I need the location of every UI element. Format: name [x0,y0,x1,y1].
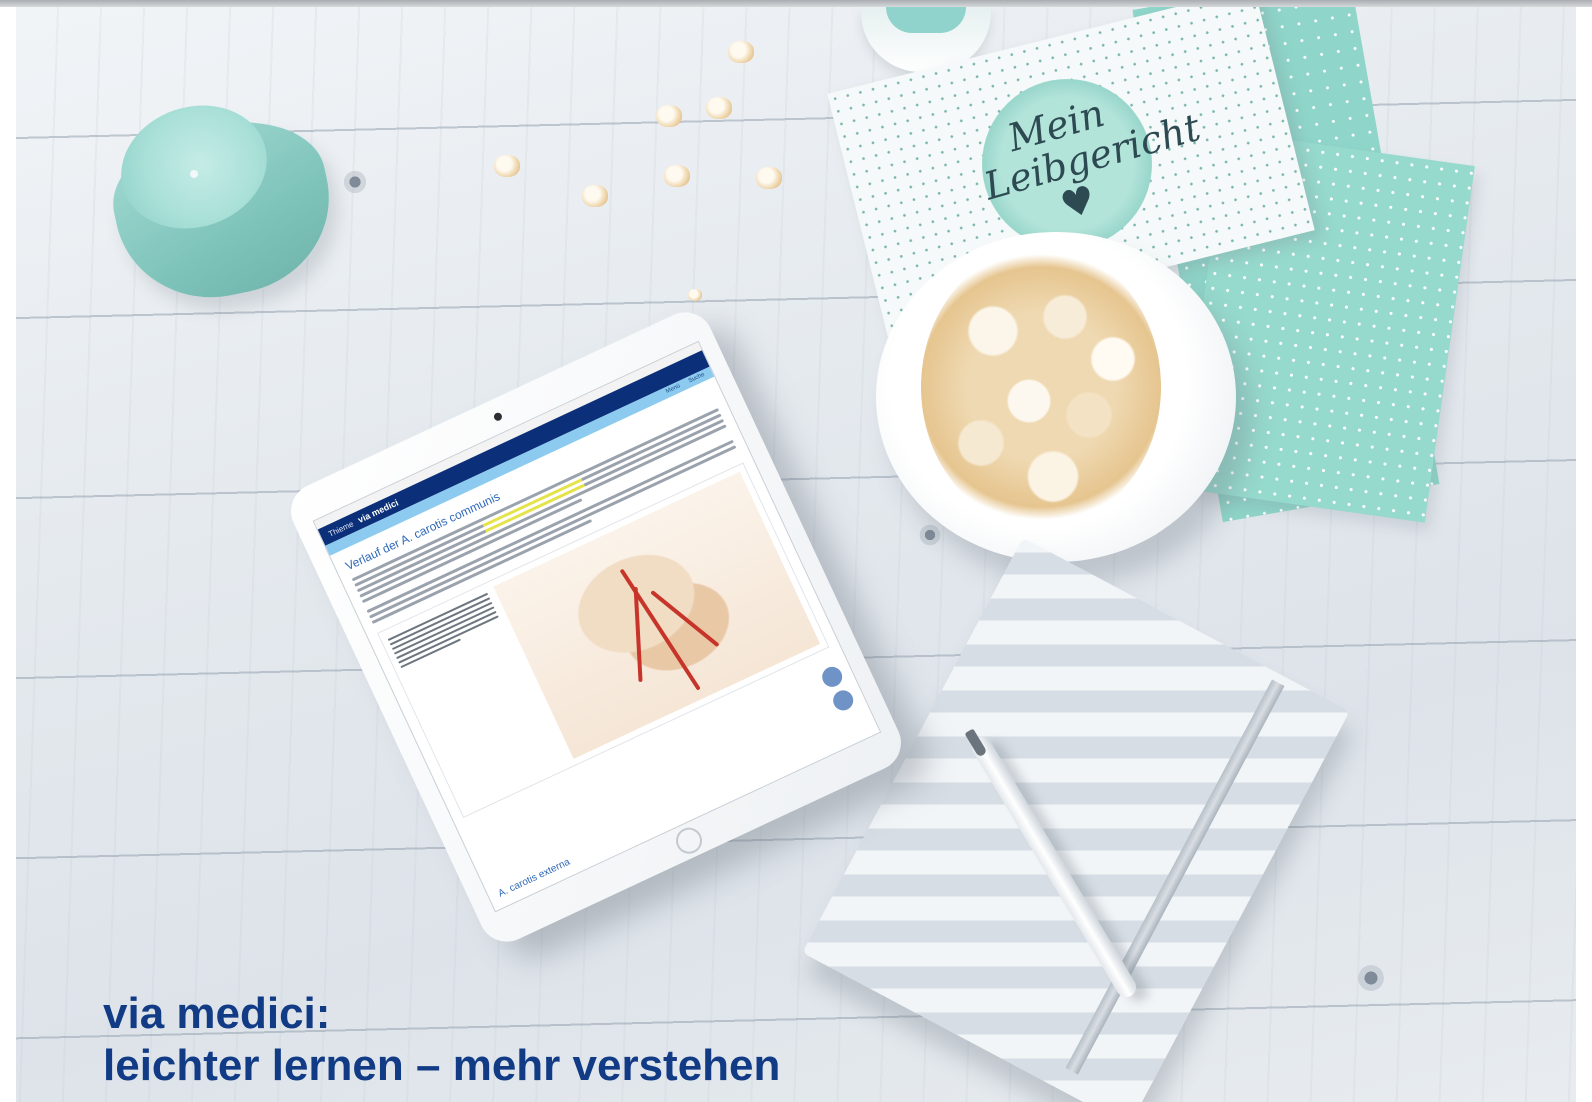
striped-notebook [802,537,1350,1102]
wood-knot [342,169,368,195]
popcorn-kernel [494,155,520,177]
photo-scene: Mein Leibgericht ♥ Thieme via medici Men… [16,7,1576,1102]
headline-line-1: via medici: [103,989,331,1038]
artery [619,568,701,691]
tablet: Thieme via medici Menü Suche Verlauf der… [281,303,911,951]
article: Verlauf der A. carotis communis A. carot… [330,377,841,900]
popcorn-kernel [582,185,608,207]
popcorn-kernel [664,165,690,187]
floating-button [818,663,846,691]
floating-button [829,687,857,714]
candle-wick [190,170,198,178]
next-section-title: A. carotis externa [496,856,572,900]
camera-icon [492,411,504,423]
popcorn-kernel [656,105,682,127]
popcorn-kernel [756,167,782,189]
popcorn-kernel [706,97,732,119]
headline-line-2: leichter lernen – mehr verstehen [103,1041,781,1090]
home-button-icon [671,823,707,858]
artery [649,589,719,647]
top-border [0,0,1592,7]
tablet-frame: Thieme via medici Menü Suche Verlauf der… [281,303,911,951]
popcorn [921,247,1161,527]
tablet-screen: Thieme via medici Menü Suche Verlauf der… [312,340,882,913]
wood-knot [1356,963,1386,993]
headline: via medici: leichter lernen – mehr verst… [103,988,780,1092]
popcorn-kernel [688,289,702,301]
popcorn-kernel [728,41,754,63]
wood-knot [918,523,942,547]
